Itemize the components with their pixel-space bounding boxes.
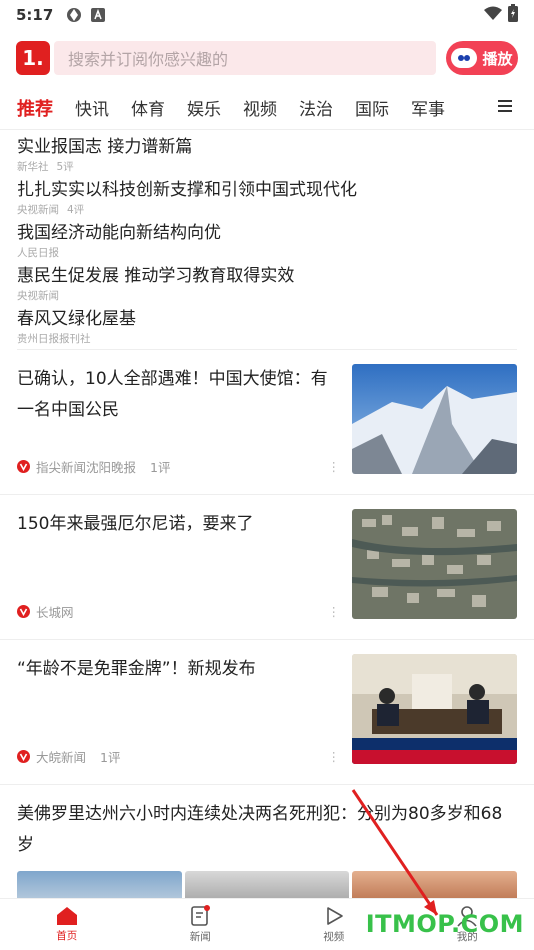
news-source: 长城网 [36, 605, 74, 620]
news-title: 扎扎实实以科技创新支撑和引领中国式现代化 [17, 180, 357, 200]
tab-flash[interactable]: 快讯 [75, 95, 109, 120]
news-comments: 4评 [67, 204, 85, 216]
news-title: 实业报国志 接力谱新篇 [17, 137, 193, 157]
list-item[interactable]: 春风又绿化屋基 贵州日报报刊社 [17, 306, 517, 346]
nav-label: 新闻 [189, 931, 211, 943]
news-source: 指尖新闻沈阳晚报 [36, 460, 137, 475]
nav-home[interactable]: 首页 [0, 899, 134, 950]
search-placeholder: 搜索并订阅你感兴趣的 [68, 50, 229, 69]
news-meta: 央视新闻 [17, 289, 517, 303]
news-source: 央视新闻 [17, 204, 59, 216]
play-label: 播放 [482, 49, 513, 68]
home-icon [56, 907, 77, 925]
tab-sports[interactable]: 体育 [131, 95, 165, 120]
tab-military[interactable]: 军事 [411, 95, 445, 120]
news-meta: 长城网 ⋮ [17, 602, 340, 621]
more-options-icon[interactable]: ⋮ [328, 749, 341, 764]
tab-recommend[interactable]: 推荐 [17, 95, 53, 121]
search-input[interactable]: 搜索并订阅你感兴趣的 [54, 41, 436, 75]
list-item[interactable]: 惠民生促发展 推动学习教育取得实效 央视新闻 [17, 263, 517, 303]
news-card[interactable]: 已确认，10人全部遇难！中国大使馆：有一名中国公民 指尖新闻沈阳晚报 1评 ⋮ [0, 350, 534, 495]
news-comments: 1评 [150, 460, 171, 475]
news-card[interactable]: “年龄不是免罪金牌”！新规发布 大皖新闻 1评 ⋮ [0, 640, 534, 785]
battery-icon [508, 4, 518, 26]
news-card-wide[interactable]: 美佛罗里达州六小时内连续处决两名死刑犯：分别为80多岁和68岁 [0, 785, 534, 911]
status-bar: 5:17 [0, 0, 534, 30]
watermark-text: ITMOP.COM [365, 910, 524, 938]
app-screen: 5:17 1. 搜索并订阅你感兴趣的 播放 推荐 快讯 体育 娱乐 视频 法治 … [0, 0, 534, 950]
news-thumbnail-office [352, 654, 517, 764]
nav-news[interactable]: 新闻 [134, 899, 268, 950]
tab-entertainment[interactable]: 娱乐 [187, 95, 221, 120]
menu-icon[interactable] [498, 98, 514, 118]
play-icon [326, 907, 343, 925]
sync-icon [65, 6, 83, 24]
wifi-icon [484, 6, 502, 24]
nav-label: 视频 [323, 931, 345, 943]
more-options-icon[interactable]: ⋮ [328, 459, 341, 474]
more-options-icon[interactable]: ⋮ [328, 604, 341, 619]
news-source: 贵州日报报刊社 [17, 333, 91, 345]
news-meta: 人民日报 [17, 246, 517, 260]
list-item[interactable]: 扎扎实实以科技创新支撑和引领中国式现代化 央视新闻 4评 [17, 177, 517, 217]
status-time: 5:17 [16, 6, 54, 24]
news-meta: 指尖新闻沈阳晚报 1评 ⋮ [17, 457, 340, 476]
tab-law[interactable]: 法治 [299, 95, 333, 120]
news-source: 新华社 [17, 161, 49, 173]
news-title: 已确认，10人全部遇难！中国大使馆：有一名中国公民 [17, 369, 328, 420]
news-comments: 1评 [100, 750, 121, 765]
news-source: 央视新闻 [17, 290, 59, 302]
play-button[interactable]: 播放 [446, 41, 518, 75]
app-header: 1. 搜索并订阅你感兴趣的 播放 [0, 30, 534, 86]
news-title: 惠民生促发展 推动学习教育取得实效 [17, 266, 295, 286]
app-logo[interactable]: 1. [16, 41, 50, 75]
news-card[interactable]: 150年来最强厄尔尼诺，要来了 长城网 ⋮ [0, 495, 534, 640]
list-item[interactable]: 实业报国志 接力谱新篇 新华社 5评 [17, 134, 517, 174]
news-thumbnail-mountain [352, 364, 517, 474]
news-source: 人民日报 [17, 247, 59, 259]
channel-tabs: 推荐 快讯 体育 娱乐 视频 法治 国际 军事 [0, 86, 534, 130]
verified-source-icon [17, 750, 30, 763]
news-doc-icon [191, 905, 211, 926]
top-news-list: 实业报国志 接力谱新篇 新华社 5评 扎扎实实以科技创新支撑和引领中国式现代化 央… [0, 130, 534, 346]
news-source: 大皖新闻 [36, 750, 87, 765]
news-meta: 贵州日报报刊社 [17, 332, 517, 346]
news-meta: 新华社 5评 [17, 160, 517, 174]
nav-label: 首页 [56, 930, 78, 942]
tab-video[interactable]: 视频 [243, 95, 277, 120]
radio-icon [451, 48, 478, 68]
news-title: 我国经济动能向新结构向优 [17, 223, 221, 243]
tab-international[interactable]: 国际 [355, 95, 389, 120]
verified-source-icon [17, 460, 30, 473]
verified-source-icon [17, 605, 30, 618]
news-title: “年龄不是免罪金牌”！新规发布 [17, 659, 256, 679]
news-meta: 央视新闻 4评 [17, 203, 517, 217]
news-title: 春风又绿化屋基 [17, 309, 136, 329]
news-comments: 5评 [56, 161, 74, 173]
notification-a-icon [91, 8, 106, 22]
news-title: 美佛罗里达州六小时内连续处决两名死刑犯：分别为80多岁和68岁 [17, 804, 503, 855]
news-thumbnail-flood [352, 509, 517, 619]
list-item[interactable]: 我国经济动能向新结构向优 人民日报 [17, 220, 517, 260]
news-title: 150年来最强厄尔尼诺，要来了 [17, 514, 254, 534]
news-meta: 大皖新闻 1评 ⋮ [17, 747, 340, 766]
